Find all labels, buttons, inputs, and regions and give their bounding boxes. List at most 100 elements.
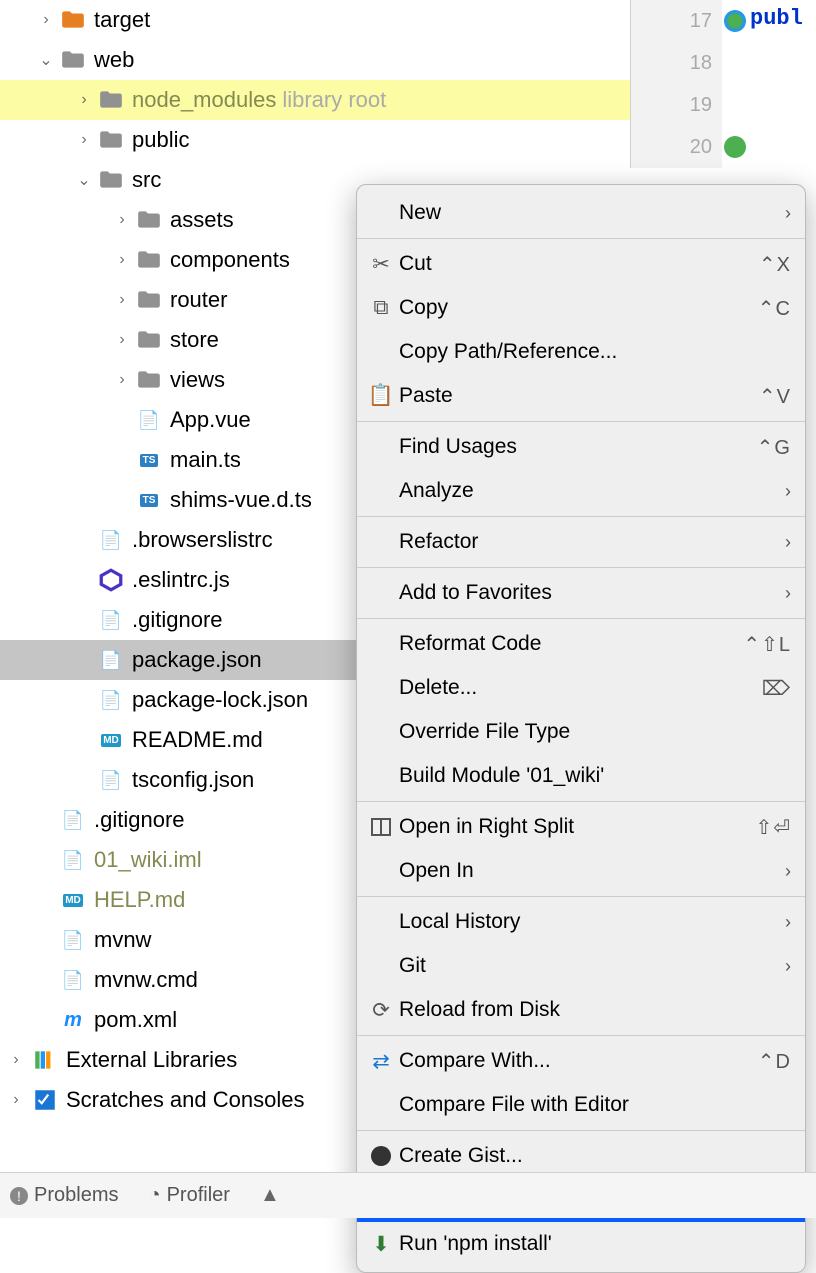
file-icon: 📄 bbox=[98, 527, 124, 553]
menu-copy-path[interactable]: Copy Path/Reference... bbox=[357, 330, 805, 374]
tree-label: node_modules bbox=[132, 87, 276, 113]
menu-open-in[interactable]: Open In› bbox=[357, 849, 805, 893]
warning-icon: ▲ bbox=[260, 1184, 280, 1207]
context-menu: New› ✂Cut⌃X ⧉Copy⌃C Copy Path/Reference.… bbox=[356, 184, 806, 1273]
vue-file-icon: 📄 bbox=[136, 407, 162, 433]
compare-icon: ⇄ bbox=[367, 1049, 395, 1073]
menu-separator bbox=[357, 567, 805, 568]
download-icon: ⬇ bbox=[367, 1232, 395, 1256]
shortcut: ⌦ bbox=[762, 676, 791, 701]
folder-icon bbox=[136, 207, 162, 233]
chevron-right-icon[interactable]: › bbox=[108, 291, 136, 309]
tree-label: package.json bbox=[132, 647, 262, 673]
json-file-icon: 📄 bbox=[98, 647, 124, 673]
shortcut: ⌃V bbox=[759, 384, 791, 409]
tree-label: .eslintrc.js bbox=[132, 567, 230, 593]
gutter-marker-icon[interactable] bbox=[724, 136, 746, 158]
code-editor[interactable]: publ bbox=[750, 0, 816, 180]
submenu-arrow-icon: › bbox=[785, 861, 791, 882]
chevron-right-icon[interactable]: › bbox=[108, 251, 136, 269]
chevron-right-icon[interactable]: › bbox=[0, 1051, 32, 1069]
status-problems[interactable]: ! Problems bbox=[10, 1184, 118, 1207]
menu-favorites[interactable]: Add to Favorites› bbox=[357, 571, 805, 615]
folder-icon bbox=[136, 327, 162, 353]
chevron-right-icon[interactable]: › bbox=[0, 1091, 32, 1109]
menu-find-usages[interactable]: Find Usages⌃G bbox=[357, 425, 805, 469]
tree-label: README.md bbox=[132, 727, 263, 753]
tree-item-target[interactable]: › target bbox=[0, 0, 630, 40]
menu-reformat[interactable]: Reformat Code⌃⇧L bbox=[357, 622, 805, 666]
chevron-right-icon[interactable]: › bbox=[70, 91, 98, 109]
gutter-marker-icon[interactable] bbox=[724, 10, 746, 32]
menu-analyze[interactable]: Analyze› bbox=[357, 469, 805, 513]
menu-local-history[interactable]: Local History› bbox=[357, 900, 805, 944]
tree-item-web[interactable]: ⌄ web bbox=[0, 40, 630, 80]
chevron-right-icon[interactable]: › bbox=[108, 371, 136, 389]
menu-new[interactable]: New› bbox=[357, 191, 805, 235]
status-warning[interactable]: ▲ bbox=[260, 1184, 280, 1207]
tree-item-node-modules[interactable]: › node_modules library root bbox=[0, 80, 630, 120]
folder-icon bbox=[98, 167, 124, 193]
menu-compare-with[interactable]: ⇄Compare With...⌃D bbox=[357, 1039, 805, 1083]
chevron-right-icon[interactable]: › bbox=[108, 211, 136, 229]
menu-separator bbox=[357, 1130, 805, 1131]
tree-label: views bbox=[170, 367, 225, 393]
md-file-icon: MD bbox=[60, 887, 86, 913]
tree-label: 01_wiki.iml bbox=[94, 847, 202, 873]
tree-label: .browserslistrc bbox=[132, 527, 273, 553]
folder-icon bbox=[136, 247, 162, 273]
chevron-right-icon[interactable]: › bbox=[70, 131, 98, 149]
gutter-line[interactable]: 19 bbox=[631, 84, 722, 126]
chevron-down-icon[interactable]: ⌄ bbox=[32, 50, 60, 70]
gutter-line[interactable]: 20 bbox=[631, 126, 722, 168]
tree-label: .gitignore bbox=[94, 807, 185, 833]
menu-paste[interactable]: 📋Paste⌃V bbox=[357, 374, 805, 418]
menu-delete[interactable]: Delete...⌦ bbox=[357, 666, 805, 710]
ts-file-icon: TS bbox=[136, 487, 162, 513]
tree-hint: library root bbox=[282, 87, 386, 113]
code-text: publ bbox=[750, 6, 803, 31]
problems-icon: ! bbox=[10, 1187, 28, 1205]
menu-separator bbox=[357, 238, 805, 239]
menu-git[interactable]: Git› bbox=[357, 944, 805, 988]
shortcut: ⌃X bbox=[759, 252, 791, 277]
shortcut: ⌃⇧L bbox=[743, 632, 791, 657]
tree-label: store bbox=[170, 327, 219, 353]
menu-reload-disk[interactable]: ⟳Reload from Disk bbox=[357, 988, 805, 1032]
split-icon bbox=[367, 815, 395, 839]
folder-icon bbox=[98, 87, 124, 113]
shortcut: ⌃G bbox=[757, 435, 791, 460]
gutter-line[interactable]: 18 bbox=[631, 42, 722, 84]
menu-refactor[interactable]: Refactor› bbox=[357, 520, 805, 564]
copy-icon: ⧉ bbox=[367, 296, 395, 320]
editor-gutter: 17 18 19 20 bbox=[630, 0, 722, 168]
tree-label: web bbox=[94, 47, 134, 73]
tree-label: components bbox=[170, 247, 290, 273]
github-icon bbox=[367, 1144, 395, 1168]
menu-open-right-split[interactable]: Open in Right Split⇧⏎ bbox=[357, 805, 805, 849]
chevron-down-icon[interactable]: ⌄ bbox=[70, 170, 98, 190]
chevron-right-icon[interactable]: › bbox=[108, 331, 136, 349]
tree-label: src bbox=[132, 167, 161, 193]
iml-file-icon: 📄 bbox=[60, 847, 86, 873]
menu-run-npm-install[interactable]: ⬇Run 'npm install' bbox=[357, 1222, 805, 1266]
menu-separator bbox=[357, 896, 805, 897]
folder-icon bbox=[136, 287, 162, 313]
status-profiler[interactable]: ◔ Profiler bbox=[148, 1184, 229, 1207]
shortcut: ⌃C bbox=[758, 296, 791, 321]
file-icon: 📄 bbox=[60, 927, 86, 953]
paste-icon: 📋 bbox=[367, 384, 395, 408]
menu-override-file-type[interactable]: Override File Type bbox=[357, 710, 805, 754]
gitignore-file-icon: 📄 bbox=[60, 807, 86, 833]
menu-build-module[interactable]: Build Module '01_wiki' bbox=[357, 754, 805, 798]
menu-compare-editor[interactable]: Compare File with Editor bbox=[357, 1083, 805, 1127]
json-file-icon: 📄 bbox=[98, 767, 124, 793]
gutter-line[interactable]: 17 bbox=[631, 0, 722, 42]
menu-cut[interactable]: ✂Cut⌃X bbox=[357, 242, 805, 286]
menu-copy[interactable]: ⧉Copy⌃C bbox=[357, 286, 805, 330]
submenu-arrow-icon: › bbox=[785, 583, 791, 604]
chevron-right-icon[interactable]: › bbox=[32, 11, 60, 29]
folder-icon bbox=[60, 7, 86, 33]
tree-label: External Libraries bbox=[66, 1047, 237, 1073]
tree-item-public[interactable]: › public bbox=[0, 120, 630, 160]
